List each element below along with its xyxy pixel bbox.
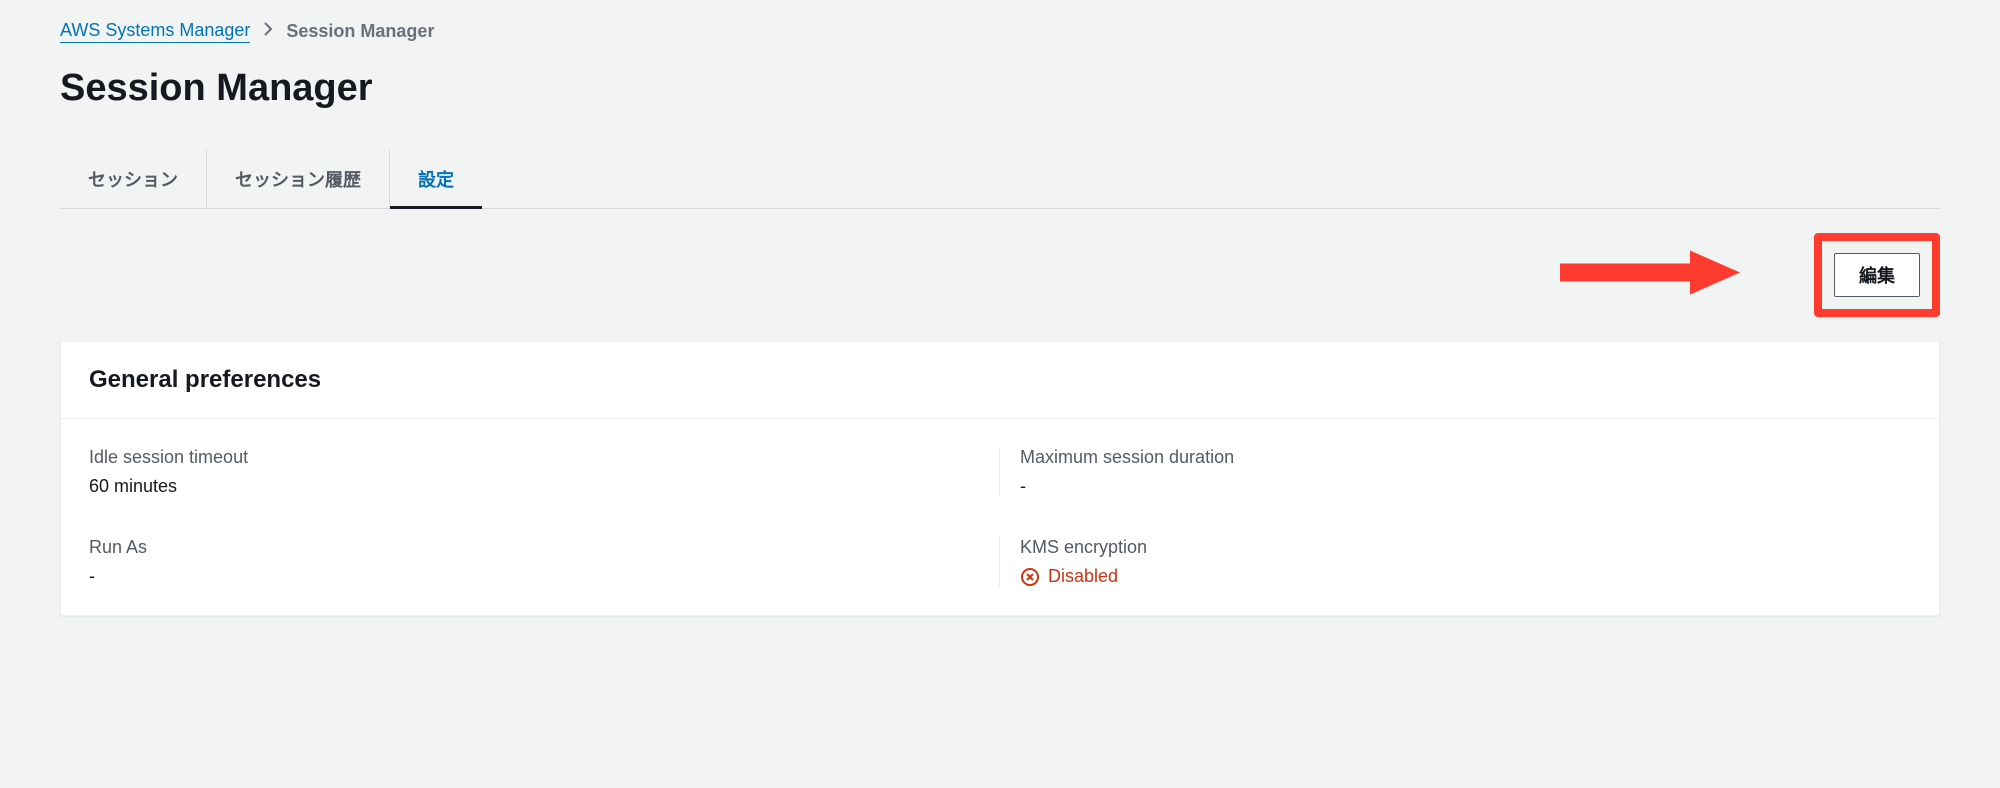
general-preferences-panel: General preferences Idle session timeout… xyxy=(60,341,1940,616)
field-max-duration: Maximum session duration - xyxy=(1000,447,1911,497)
run-as-label: Run As xyxy=(89,537,979,558)
arrow-annotation-icon xyxy=(1550,243,1750,308)
field-run-as: Run As - xyxy=(89,537,1000,587)
idle-timeout-label: Idle session timeout xyxy=(89,447,979,468)
actions-bar: 編集 xyxy=(60,209,1940,341)
panel-title: General preferences xyxy=(89,366,1911,394)
tab-session-history[interactable]: セッション履歴 xyxy=(207,150,390,208)
tab-settings[interactable]: 設定 xyxy=(390,150,482,208)
kms-status-text: Disabled xyxy=(1048,566,1118,587)
run-as-value: - xyxy=(89,566,979,587)
edit-button[interactable]: 編集 xyxy=(1834,253,1920,297)
panel-header: General preferences xyxy=(61,342,1939,419)
field-idle-timeout: Idle session timeout 60 minutes xyxy=(89,447,1000,497)
max-duration-value: - xyxy=(1020,476,1911,497)
kms-encryption-status: Disabled xyxy=(1020,566,1911,587)
edit-button-highlight: 編集 xyxy=(1814,233,1940,317)
breadcrumb-root-link[interactable]: AWS Systems Manager xyxy=(60,20,250,43)
breadcrumb: AWS Systems Manager Session Manager xyxy=(60,20,1940,43)
max-duration-label: Maximum session duration xyxy=(1020,447,1911,468)
panel-body: Idle session timeout 60 minutes Maximum … xyxy=(61,419,1939,615)
breadcrumb-current: Session Manager xyxy=(286,21,434,42)
idle-timeout-value: 60 minutes xyxy=(89,476,979,497)
error-icon xyxy=(1020,567,1040,587)
kms-encryption-label: KMS encryption xyxy=(1020,537,1911,558)
field-kms-encryption: KMS encryption Disabled xyxy=(1000,537,1911,587)
chevron-right-icon xyxy=(262,21,274,42)
page-title: Session Manager xyxy=(60,67,1940,110)
tabs-container: セッション セッション履歴 設定 xyxy=(60,150,1940,209)
tab-sessions[interactable]: セッション xyxy=(60,150,207,208)
